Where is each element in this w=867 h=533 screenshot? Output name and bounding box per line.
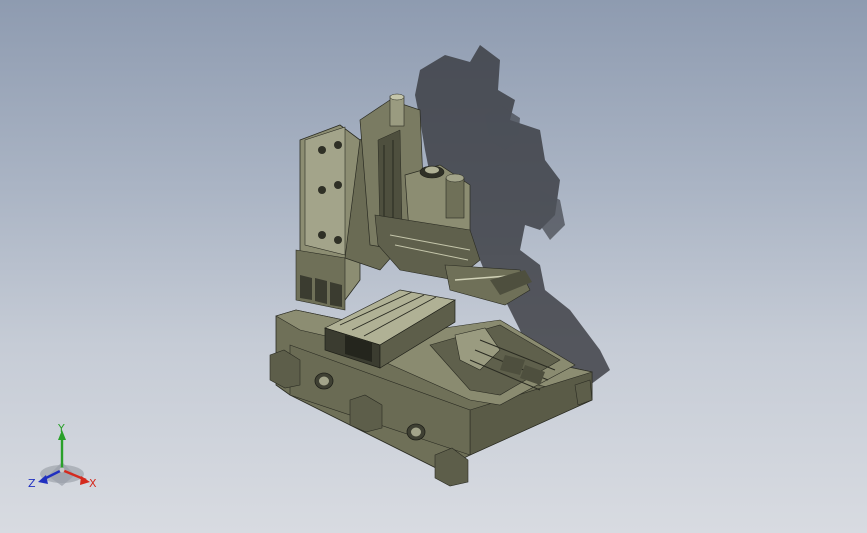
triad-x-label: X [89, 477, 97, 490]
triad-z-label: Z [28, 477, 36, 490]
graphics-viewport[interactable]: Y X Z [0, 0, 867, 533]
triad-origin [59, 467, 65, 473]
triad-y-label: Y [57, 422, 65, 435]
coordinate-triad[interactable]: Y X Z [28, 422, 97, 490]
cad-model-scene[interactable]: Y X Z [0, 0, 867, 533]
